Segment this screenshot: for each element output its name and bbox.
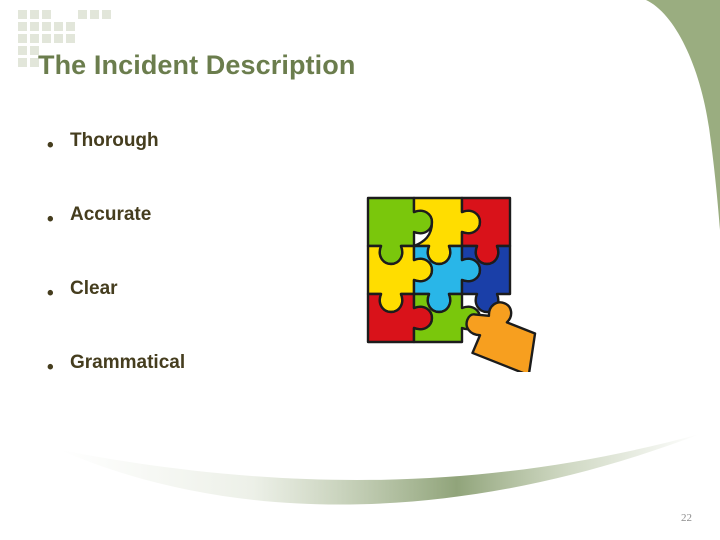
decorative-dot (66, 34, 75, 43)
list-item: • Clear (38, 278, 338, 353)
corner-swoosh-decoration (646, 0, 720, 230)
decorative-dot (54, 34, 63, 43)
list-item: • Thorough (38, 130, 338, 205)
decorative-dot (42, 34, 51, 43)
page-title: The Incident Description (38, 50, 356, 80)
bottom-arc-decoration (60, 434, 700, 505)
list-item: • Accurate (38, 204, 338, 279)
list-item: • Grammatical (38, 352, 338, 427)
bullet-label: Thorough (70, 130, 159, 151)
page-number: 22 (681, 512, 692, 524)
bullet-marker-icon: • (47, 357, 54, 378)
bullet-marker-icon: • (47, 283, 54, 304)
decorative-dot (18, 58, 27, 67)
decorative-dot (30, 34, 39, 43)
bullet-list: • Thorough • Accurate • Clear • Grammati… (38, 130, 338, 427)
decorative-dot (30, 22, 39, 31)
decorative-dot (18, 10, 27, 19)
bullet-marker-icon: • (47, 209, 54, 230)
bullet-label: Clear (70, 278, 118, 299)
decorative-dot (90, 10, 99, 19)
decorative-dot (30, 10, 39, 19)
bullet-marker-icon: • (47, 135, 54, 156)
decorative-dot (66, 22, 75, 31)
jigsaw-puzzle-icon (366, 196, 537, 372)
decorative-dot (18, 46, 27, 55)
decorative-dot (18, 22, 27, 31)
decorative-dot (42, 22, 51, 31)
decorative-dot (42, 10, 51, 19)
decorative-dot (54, 22, 63, 31)
bullet-label: Accurate (70, 204, 152, 225)
bullet-label: Grammatical (70, 352, 186, 373)
decorative-dot (18, 34, 27, 43)
slide-canvas: The Incident Description • Thorough • Ac… (0, 0, 720, 540)
decorative-dot (78, 10, 87, 19)
decorative-dot (102, 10, 111, 19)
